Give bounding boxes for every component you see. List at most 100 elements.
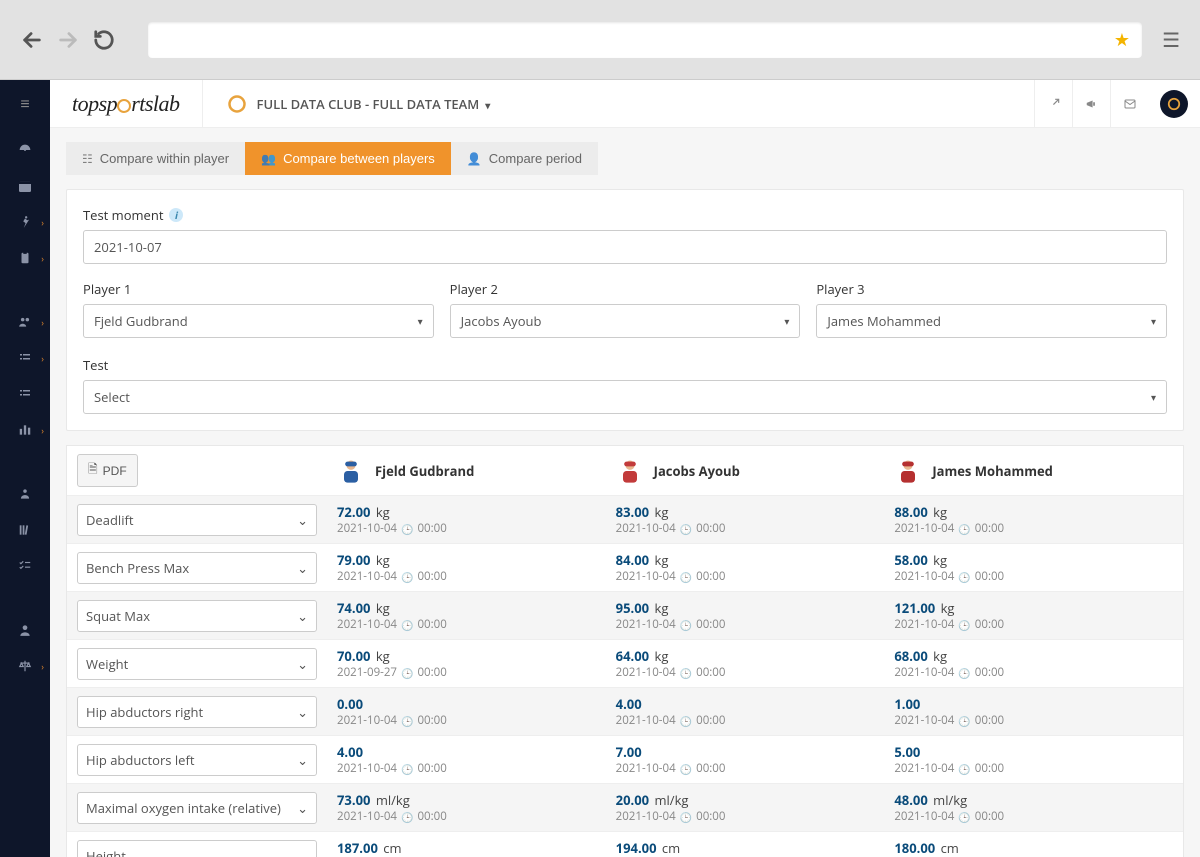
- player2-select[interactable]: Jacobs Ayoub▾: [450, 304, 801, 338]
- header-expand-icon[interactable]: [1034, 80, 1072, 128]
- table-row: Height⌄187.00 cm2021-10-04🕒00:00194.00 c…: [67, 832, 1183, 857]
- rail-item-profile[interactable]: [0, 612, 50, 648]
- clock-icon: 🕒: [401, 762, 413, 776]
- player3-select[interactable]: James Mohammed▾: [816, 304, 1167, 338]
- clock-icon: 🕒: [958, 810, 970, 824]
- player3-label: Player 3: [816, 280, 1167, 298]
- back-button[interactable]: [20, 28, 44, 52]
- test-row-select[interactable]: Hip abductors right⌄: [77, 696, 317, 728]
- reload-button[interactable]: [92, 28, 116, 52]
- chevron-down-icon: ⌄: [297, 511, 308, 529]
- clock-icon: 🕒: [401, 666, 413, 680]
- clock-icon: 🕒: [401, 570, 413, 584]
- forward-button[interactable]: [56, 28, 80, 52]
- chevron-down-icon: ⌄: [297, 799, 308, 817]
- player-header-2: Jacobs Ayoub: [616, 457, 895, 485]
- tab-within-player[interactable]: ☷ Compare within player: [66, 142, 245, 175]
- rail-item-dashboard[interactable]: [0, 132, 50, 168]
- header-announce-icon[interactable]: [1072, 80, 1110, 128]
- value-cell: 121.00 kg2021-10-04🕒00:00: [894, 599, 1173, 632]
- rail-item-tasks[interactable]: [0, 548, 50, 584]
- value-cell: 88.00 kg2021-10-04🕒00:00: [894, 503, 1173, 536]
- rail-item-list1[interactable]: ›: [0, 340, 50, 376]
- clock-icon: 🕒: [401, 810, 413, 824]
- clock-icon: 🕒: [958, 618, 970, 632]
- document-icon: 🗎: [88, 460, 98, 481]
- clock-icon: 🕒: [958, 522, 970, 536]
- test-row-select[interactable]: Bench Press Max⌄: [77, 552, 317, 584]
- rail-item-library[interactable]: [0, 512, 50, 548]
- table-row: Bench Press Max⌄ 79.00 kg2021-10-04🕒00:00…: [67, 544, 1183, 592]
- value-cell: 79.00 kg2021-10-04🕒00:00: [337, 551, 616, 584]
- url-bar[interactable]: ★: [148, 22, 1142, 58]
- user-icon: 👤: [467, 152, 482, 166]
- rail-item-clipboard[interactable]: ›: [0, 240, 50, 276]
- table-row: Deadlift⌄ 72.00 kg2021-10-04🕒00:0083.00 k…: [67, 496, 1183, 544]
- value-cell: 0.002021-10-04🕒00:00: [337, 695, 616, 728]
- rail-item-team[interactable]: ›: [0, 304, 50, 340]
- value-cell: 194.00 cm2021-10-04🕒00:00: [616, 839, 895, 857]
- brand-swirl-icon: [227, 94, 247, 114]
- rail-item-activity[interactable]: ›: [0, 204, 50, 240]
- rail-item-stats[interactable]: ›: [0, 412, 50, 448]
- test-row-select[interactable]: Height⌄: [77, 840, 317, 857]
- clock-icon: 🕒: [680, 666, 692, 680]
- value-cell: 48.00 ml/kg2021-10-04🕒00:00: [894, 791, 1173, 824]
- test-row-select[interactable]: Weight⌄: [77, 648, 317, 680]
- table-row: Weight⌄70.00 kg2021-09-27🕒00:0064.00 kg2…: [67, 640, 1183, 688]
- value-cell: 1.002021-10-04🕒00:00: [894, 695, 1173, 728]
- test-row-select[interactable]: Hip abductors left⌄: [77, 744, 317, 776]
- clock-icon: 🕒: [958, 666, 970, 680]
- table-row: Hip abductors left⌄4.002021-10-04🕒00:007…: [67, 736, 1183, 784]
- bookmark-star-icon[interactable]: ★: [1114, 28, 1130, 52]
- club-selector[interactable]: FULL DATA CLUB - FULL DATA TEAM▾: [257, 95, 491, 113]
- tab-between-players[interactable]: 👥 Compare between players: [245, 142, 451, 175]
- test-label: Test: [83, 356, 1167, 374]
- test-select-main[interactable]: Select▾: [83, 380, 1167, 414]
- header-mail-icon[interactable]: [1110, 80, 1148, 128]
- player1-select[interactable]: Fjeld Gudbrand▾: [83, 304, 434, 338]
- clock-icon: 🕒: [680, 522, 692, 536]
- rail-item-community[interactable]: [0, 476, 50, 512]
- table-row: Maximal oxygen intake (relative)⌄73.00 m…: [67, 784, 1183, 832]
- clock-icon: 🕒: [958, 714, 970, 728]
- sliders-icon: ☷: [82, 152, 93, 166]
- test-row-select[interactable]: Squat Max⌄: [77, 600, 317, 632]
- test-row-select[interactable]: Maximal oxygen intake (relative)⌄: [77, 792, 317, 824]
- clock-icon: 🕒: [680, 570, 692, 584]
- rail-item-list2[interactable]: [0, 376, 50, 412]
- content-area: ☷ Compare within player 👥 Compare betwee…: [50, 128, 1200, 857]
- value-cell: 72.00 kg2021-10-04🕒00:00: [337, 503, 616, 536]
- player1-label: Player 1: [83, 280, 434, 298]
- clock-icon: 🕒: [401, 522, 413, 536]
- chevron-down-icon: ⌄: [297, 607, 308, 625]
- chevron-down-icon: ⌄: [297, 751, 308, 769]
- value-cell: 70.00 kg2021-09-27🕒00:00: [337, 647, 616, 680]
- browser-toolbar: ★ ☰: [0, 0, 1200, 80]
- clock-icon: 🕒: [680, 618, 692, 632]
- value-cell: 83.00 kg2021-10-04🕒00:00: [616, 503, 895, 536]
- clock-icon: 🕒: [401, 618, 413, 632]
- clock-icon: 🕒: [680, 714, 692, 728]
- test-moment-input[interactable]: 2021-10-07: [83, 230, 1167, 264]
- rail-toggle-icon[interactable]: ≡: [20, 92, 29, 114]
- value-cell: 180.00 cm2021-10-04🕒00:00: [894, 839, 1173, 857]
- chevron-down-icon: ⌄: [297, 847, 308, 857]
- table-row: Hip abductors right⌄ 0.002021-10-04🕒00:00…: [67, 688, 1183, 736]
- browser-menu-icon[interactable]: ☰: [1162, 26, 1180, 53]
- user-avatar[interactable]: [1160, 90, 1188, 118]
- pdf-export-button[interactable]: 🗎 PDF: [77, 454, 138, 487]
- value-cell: 7.002021-10-04🕒00:00: [616, 743, 895, 776]
- value-cell: 84.00 kg2021-10-04🕒00:00: [616, 551, 895, 584]
- rail-item-calendar[interactable]: [0, 168, 50, 204]
- info-icon[interactable]: i: [169, 208, 183, 222]
- rail-item-balance[interactable]: ›: [0, 648, 50, 684]
- value-cell: 58.00 kg2021-10-04🕒00:00: [894, 551, 1173, 584]
- app-logo[interactable]: topsprtslab: [50, 80, 203, 127]
- test-row-select[interactable]: Deadlift⌄: [77, 504, 317, 536]
- test-moment-label: Test moment i: [83, 206, 1167, 224]
- chevron-down-icon: ⌄: [297, 703, 308, 721]
- clock-icon: 🕒: [958, 570, 970, 584]
- tab-compare-period[interactable]: 👤 Compare period: [451, 142, 598, 175]
- table-header-row: 🗎 PDF Fjeld GudbrandJacobs AyoubJames Mo…: [67, 446, 1183, 496]
